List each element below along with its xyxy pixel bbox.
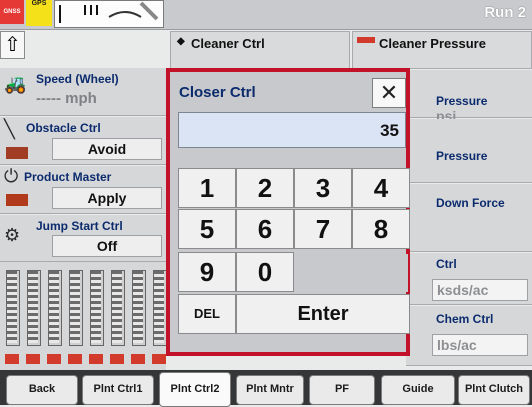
row-unit bbox=[6, 270, 20, 346]
close-button[interactable]: ✕ bbox=[372, 78, 406, 108]
chem-ctrl-label: Chem Ctrl bbox=[436, 312, 494, 326]
cleaner-ctrl-label: Cleaner Ctrl bbox=[191, 36, 265, 51]
pressure-label-2: Pressure bbox=[436, 149, 488, 163]
product-master-panel[interactable]: ⏻ Product Master Apply bbox=[0, 166, 166, 214]
selector-icon: ◆ bbox=[177, 36, 185, 47]
cleaner-pressure-label: Cleaner Pressure bbox=[379, 36, 486, 51]
product-icon bbox=[6, 194, 28, 206]
row-unit bbox=[153, 270, 167, 346]
closer-ctrl-dialog: Closer Ctrl ✕ 35 1 2 3 4 5 6 7 8 9 0 DEL… bbox=[166, 68, 410, 356]
row-unit bbox=[90, 270, 104, 346]
key-2[interactable]: 2 bbox=[236, 168, 294, 208]
row-flag-icon bbox=[26, 354, 40, 364]
row-unit bbox=[69, 270, 83, 346]
keypad-blank bbox=[296, 254, 408, 292]
product-master-label: Product Master bbox=[24, 170, 112, 184]
key-8[interactable]: 8 bbox=[352, 209, 410, 249]
obstacle-block-icon bbox=[6, 147, 28, 159]
key-0[interactable]: 0 bbox=[236, 252, 294, 292]
row-flag-icon bbox=[5, 354, 19, 364]
jump-start-value[interactable]: Off bbox=[52, 235, 162, 257]
value-display[interactable]: 35 bbox=[178, 112, 406, 148]
gps-status-icon[interactable]: GPS bbox=[26, 0, 52, 26]
implement-status-icon[interactable] bbox=[54, 0, 164, 28]
gnss-warning-icon[interactable]: GNSS bbox=[0, 0, 24, 24]
key-3[interactable]: 3 bbox=[294, 168, 352, 208]
key-9[interactable]: 9 bbox=[178, 252, 236, 292]
enter-button[interactable]: Enter bbox=[236, 294, 410, 334]
close-icon: ✕ bbox=[379, 80, 399, 105]
tab-plnt-ctrl1[interactable]: Plnt Ctrl1 bbox=[82, 375, 154, 405]
row-flag-icon bbox=[152, 354, 166, 364]
tab-guide[interactable]: Guide bbox=[381, 375, 455, 405]
chem-ctrl-panel[interactable]: Chem Ctrl lbs/ac bbox=[406, 306, 532, 366]
row-flag-icon bbox=[47, 354, 61, 364]
dialog-title: Closer Ctrl bbox=[179, 84, 256, 101]
ctrl-value[interactable]: ksds/ac bbox=[432, 279, 528, 301]
ctrl-label: Ctrl bbox=[436, 257, 457, 271]
key-1[interactable]: 1 bbox=[178, 168, 236, 208]
down-force-label: Down Force bbox=[436, 196, 505, 210]
tractor-icon: 🚜 bbox=[4, 74, 27, 94]
speed-value: ----- mph bbox=[36, 90, 97, 107]
row-unit bbox=[27, 270, 41, 346]
tab-plnt-clutch[interactable]: Plnt Clutch bbox=[458, 375, 530, 405]
run-label: Run 2 bbox=[484, 4, 526, 21]
chem-ctrl-value[interactable]: lbs/ac bbox=[432, 334, 528, 356]
row-unit bbox=[48, 270, 62, 346]
row-flag-icon bbox=[110, 354, 124, 364]
tab-back[interactable]: Back bbox=[6, 375, 78, 405]
obstacle-value[interactable]: Avoid bbox=[52, 138, 162, 160]
tab-plnt-mntr[interactable]: Plnt Mntr bbox=[236, 375, 304, 405]
cleaner-pressure-panel[interactable]: Cleaner Pressure bbox=[352, 31, 532, 69]
row-flag-icon bbox=[68, 354, 82, 364]
obstacle-label: Obstacle Ctrl bbox=[26, 121, 101, 135]
home-button[interactable]: ⇧ bbox=[0, 31, 25, 59]
pressure-panel[interactable]: Pressure psi bbox=[406, 70, 532, 124]
key-7[interactable]: 7 bbox=[294, 209, 352, 249]
row-flag-icon bbox=[131, 354, 145, 364]
row-unit bbox=[111, 270, 125, 346]
row-flag-icon bbox=[89, 354, 103, 364]
tab-pf[interactable]: PF bbox=[309, 375, 375, 405]
down-force-panel[interactable]: Down Force bbox=[406, 184, 532, 252]
planter-rows-graphic bbox=[0, 262, 167, 370]
pressure-panel-2[interactable]: Pressure bbox=[406, 119, 532, 183]
obstacle-panel[interactable]: ╲ Obstacle Ctrl Avoid bbox=[0, 117, 166, 165]
cleaner-ctrl-panel[interactable]: ◆ Cleaner Ctrl bbox=[170, 31, 350, 69]
speed-label: Speed (Wheel) bbox=[36, 72, 119, 86]
pressure-label: Pressure bbox=[436, 94, 488, 108]
delete-button[interactable]: DEL bbox=[178, 294, 236, 334]
jump-start-panel[interactable]: ⚙ Jump Start Ctrl Off bbox=[0, 215, 166, 262]
bottom-tab-bar: Back Plnt Ctrl1 Plnt Ctrl2 Plnt Mntr PF … bbox=[0, 370, 532, 407]
cleaner-icon bbox=[357, 37, 375, 43]
power-icon: ⏻ bbox=[4, 166, 19, 186]
ctrl-panel[interactable]: Ctrl ksds/ac bbox=[406, 253, 532, 305]
key-4[interactable]: 4 bbox=[352, 168, 410, 208]
jump-start-icon: ⚙ bbox=[4, 225, 21, 245]
home-icon: ⇧ bbox=[4, 34, 21, 56]
row-unit bbox=[132, 270, 146, 346]
key-5[interactable]: 5 bbox=[178, 209, 236, 249]
speed-panel[interactable]: 🚜 Speed (Wheel) ----- mph bbox=[0, 68, 166, 116]
product-master-value[interactable]: Apply bbox=[52, 187, 162, 209]
tab-plnt-ctrl2[interactable]: Plnt Ctrl2 bbox=[159, 372, 231, 407]
jump-start-label: Jump Start Ctrl bbox=[36, 219, 123, 233]
key-6[interactable]: 6 bbox=[236, 209, 294, 249]
obstacle-icon: ╲ bbox=[4, 119, 15, 139]
